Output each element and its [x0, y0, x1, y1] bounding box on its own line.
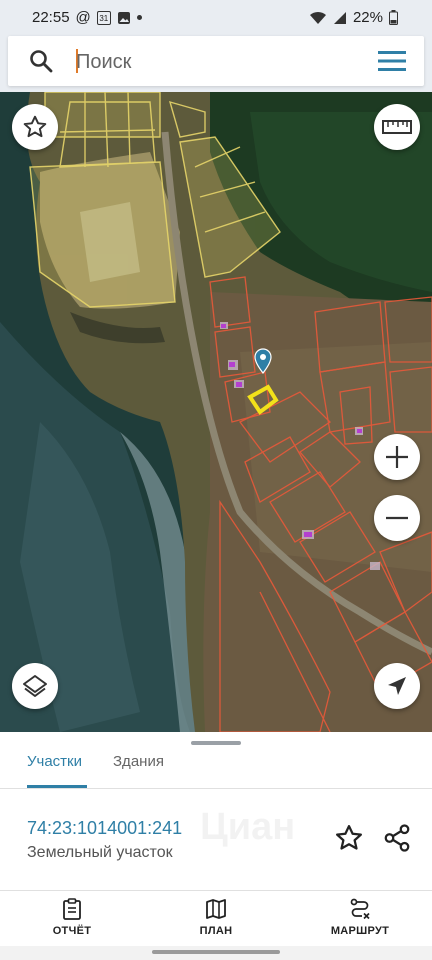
search-input[interactable]: [74, 46, 368, 78]
route-icon: [350, 898, 370, 920]
bottom-navigation: ОТЧЁТ ПЛАН МАРШРУТ: [0, 890, 432, 947]
plus-icon: [386, 446, 408, 468]
nav-report[interactable]: ОТЧЁТ: [17, 895, 127, 945]
ruler-button[interactable]: [374, 104, 420, 150]
search-area: [0, 36, 432, 92]
cadastral-number[interactable]: 74:23:1014001:241: [27, 818, 182, 839]
gallery-icon: [117, 11, 131, 25]
notification-dot-icon: [136, 15, 142, 20]
favorite-star-map-button[interactable]: [12, 104, 58, 150]
share-icon[interactable]: [382, 823, 412, 853]
parcel-type: Земельный участок: [27, 844, 173, 861]
map-plan-icon: [206, 899, 226, 919]
status-time: 22:55: [32, 9, 70, 26]
menu-icon[interactable]: [378, 50, 406, 72]
layers-button[interactable]: [12, 663, 58, 709]
satellite-map[interactable]: [0, 92, 432, 732]
wifi-icon: [309, 11, 327, 25]
report-clipboard-icon: [63, 898, 81, 920]
tab-parcels[interactable]: Участки: [27, 750, 87, 788]
favorite-star-icon[interactable]: [334, 823, 364, 853]
nav-plan-label: ПЛАН: [199, 925, 233, 937]
nav-report-label: ОТЧЁТ: [52, 925, 92, 937]
nav-plan[interactable]: ПЛАН: [161, 895, 271, 945]
search-bar: [8, 36, 424, 86]
bottom-sheet: Участки Здания Циан 74:23:1014001:241 Зе…: [0, 732, 432, 890]
layers-icon: [23, 675, 47, 697]
sheet-drag-handle[interactable]: [191, 741, 241, 745]
home-gesture-pill[interactable]: [152, 950, 280, 954]
battery-percent: 22%: [352, 9, 383, 26]
status-bar: 22:55 @ 31 22%: [0, 0, 432, 36]
minus-icon: [386, 516, 408, 520]
battery-icon: [389, 10, 398, 25]
star-outline-icon: [23, 115, 47, 138]
search-icon[interactable]: [28, 48, 54, 74]
calendar-icon: 31: [96, 10, 111, 25]
nav-route[interactable]: МАРШРУТ: [305, 895, 415, 945]
tabs-divider: [0, 788, 432, 789]
zoom-in-button[interactable]: [374, 434, 420, 480]
at-icon: @: [75, 9, 91, 26]
nav-route-label: МАРШРУТ: [330, 925, 390, 937]
ruler-icon: [382, 120, 412, 134]
signal-icon: [333, 11, 347, 25]
tab-buildings[interactable]: Здания: [113, 750, 164, 788]
navigation-arrow-icon: [388, 677, 406, 695]
gesture-bar: [0, 946, 432, 960]
zoom-out-button[interactable]: [374, 495, 420, 541]
my-location-button[interactable]: [374, 663, 420, 709]
map-terrain: [0, 92, 432, 732]
watermark-logo: Циан: [200, 806, 296, 848]
tabs: Участки Здания: [0, 750, 432, 788]
